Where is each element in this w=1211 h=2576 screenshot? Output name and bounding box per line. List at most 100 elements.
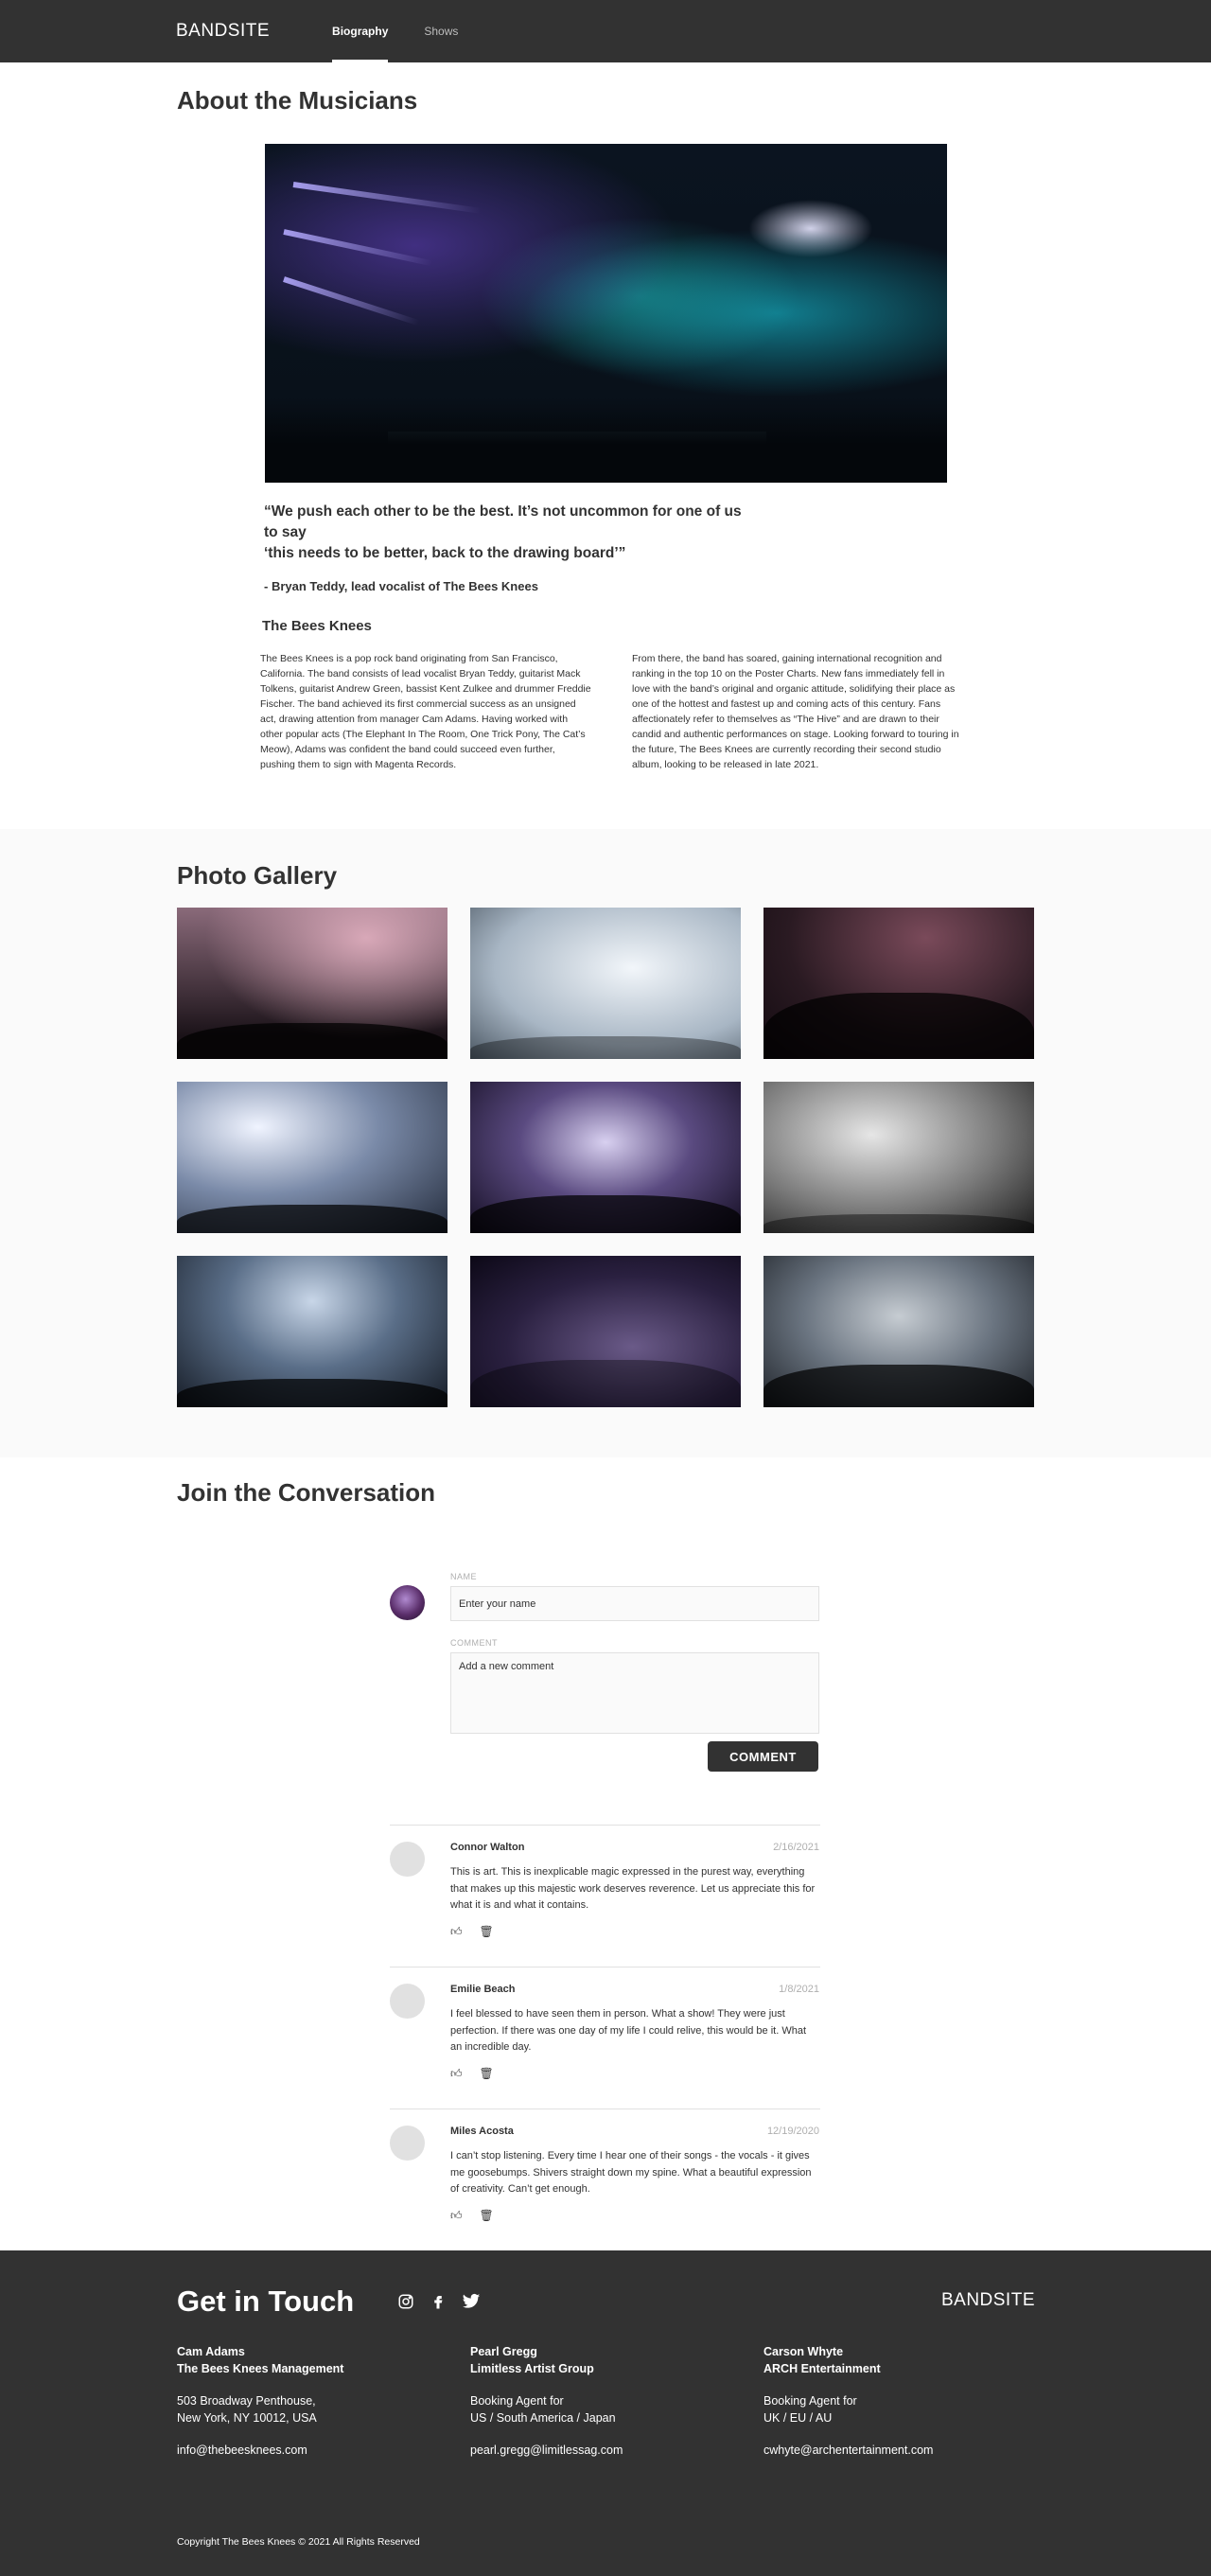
social-links: [397, 2293, 481, 2310]
gallery-photo: [177, 1256, 448, 1407]
footer-top: Get in Touch: [177, 2285, 1211, 2319]
form-fields: NAME Enter your name COMMENT Add a new c…: [450, 1572, 819, 1772]
contact-card: Cam Adams The Bees Knees Management 503 …: [177, 2343, 470, 2459]
light-beam: [283, 276, 420, 326]
contact-line: Booking Agent for: [470, 2394, 564, 2408]
commenter-name: Emilie Beach: [450, 1984, 516, 1995]
comment-header: Miles Acosta 12/19/2020: [450, 2126, 819, 2137]
name-input[interactable]: Enter your name: [450, 1586, 819, 1621]
gallery-grid: [177, 908, 1211, 1407]
comment-body: Miles Acosta 12/19/2020 I can’t stop lis…: [450, 2126, 819, 2236]
quote-line: “We push each other to be the best. It’s…: [264, 503, 742, 540]
gallery-photo: [470, 1256, 741, 1407]
delete-icon[interactable]: 🗑︎: [480, 1925, 494, 1939]
contact-line: New York, NY 10012, USA: [177, 2411, 317, 2425]
crowd-silhouette: [177, 1205, 448, 1233]
instagram-icon[interactable]: [397, 2293, 414, 2310]
commenter-avatar: [390, 1984, 425, 2019]
commenter-name: Miles Acosta: [450, 2126, 514, 2137]
crowd-silhouette: [177, 1023, 448, 1059]
comment-date: 1/8/2021: [779, 1984, 819, 1995]
contact-email[interactable]: info@thebeesknees.com: [177, 2442, 470, 2459]
delete-icon[interactable]: 🗑︎: [480, 2209, 494, 2223]
bio-title: About the Musicians: [177, 86, 418, 115]
facebook-icon[interactable]: [430, 2293, 447, 2310]
contact-card: Pearl Gregg Limitless Artist Group Booki…: [470, 2343, 763, 2459]
quote-author: - Bryan Teddy, lead vocalist of The Bees…: [264, 579, 538, 593]
contact-line: US / South America / Japan: [470, 2411, 616, 2425]
comment-header: Connor Walton 2/16/2021: [450, 1842, 819, 1853]
gallery-photo: [763, 1082, 1034, 1233]
comment-header: Emilie Beach 1/8/2021: [450, 1984, 819, 1995]
comment-actions: 👍︎ 🗑︎: [450, 2209, 819, 2223]
gallery-photo: [177, 1082, 448, 1233]
crowd-silhouette: [470, 1195, 741, 1233]
contact-name: Carson Whyte: [763, 2345, 844, 2358]
gallery-photo: [470, 908, 741, 1059]
comment-actions: 👍︎ 🗑︎: [450, 2067, 819, 2081]
gallery-photo: [177, 908, 448, 1059]
contact-org: Limitless Artist Group: [470, 2362, 594, 2375]
nav-biography[interactable]: Biography: [332, 0, 389, 62]
site-footer: Get in Touch BANDSITE Cam Adams The Bees…: [0, 2250, 1211, 2576]
bio-section: About the Musicians “We push each other …: [0, 62, 1211, 829]
gallery-photo: [763, 1256, 1034, 1407]
site-header: BANDSITE Biography Shows: [0, 0, 1211, 62]
gallery-section: Photo Gallery: [0, 829, 1211, 1457]
nav-shows[interactable]: Shows: [424, 0, 458, 62]
conversation-title: Join the Conversation: [177, 1478, 436, 1507]
comment-form: NAME Enter your name COMMENT Add a new c…: [390, 1572, 1211, 1772]
conversation-section: Join the Conversation NAME Enter your na…: [0, 1457, 1211, 2251]
comment-label: COMMENT: [450, 1638, 498, 1648]
quote-line: ‘this needs to be better, back to the dr…: [264, 545, 626, 561]
copyright: Copyright The Bees Knees © 2021 All Righ…: [177, 2536, 420, 2548]
like-icon[interactable]: 👍︎: [450, 2209, 463, 2223]
bio-paragraph-2: From there, the band has soared, gaining…: [632, 653, 959, 770]
site-logo[interactable]: BANDSITE: [176, 0, 270, 62]
like-icon[interactable]: 👍︎: [450, 2067, 463, 2081]
comment-text: I can’t stop listening. Every time I hea…: [450, 2150, 812, 2195]
crowd-silhouette: [470, 1360, 741, 1407]
name-label: NAME: [450, 1572, 478, 1581]
contact-name: Cam Adams: [177, 2345, 245, 2358]
crowd-silhouette: [265, 397, 947, 483]
comment-button[interactable]: COMMENT: [708, 1741, 818, 1772]
commenter-name: Connor Walton: [450, 1842, 525, 1853]
bio-paragraph-1: The Bees Knees is a pop rock band origin…: [260, 653, 591, 770]
gallery-photo: [470, 1082, 741, 1233]
contact-email[interactable]: cwhyte@archentertainment.com: [763, 2442, 1057, 2459]
band-quote: “We push each other to be the best. It’s…: [264, 502, 756, 564]
contact-line: 503 Broadway Penthouse,: [177, 2394, 316, 2408]
gallery-photo: [763, 908, 1034, 1059]
commenter-avatar: [390, 2126, 425, 2161]
contact-name: Pearl Gregg: [470, 2345, 537, 2358]
contact-line: UK / EU / AU: [763, 2411, 833, 2425]
comment-date: 12/19/2020: [766, 2126, 819, 2137]
contact-org: ARCH Entertainment: [763, 2362, 881, 2375]
comment-text: I feel blessed to have seen them in pers…: [450, 2008, 807, 2053]
comment-date: 2/16/2021: [773, 1842, 819, 1853]
crowd-silhouette: [763, 1365, 1034, 1407]
hero-image: [265, 144, 947, 483]
comment-list: Connor Walton 2/16/2021 This is art. Thi…: [390, 1825, 820, 2251]
delete-icon[interactable]: 🗑︎: [480, 2067, 494, 2081]
crowd-silhouette: [763, 993, 1034, 1059]
twitter-icon[interactable]: [462, 2293, 481, 2310]
crowd-silhouette: [470, 1036, 741, 1059]
contact-email[interactable]: pearl.gregg@limitlessag.com: [470, 2442, 763, 2459]
contact-card: Carson Whyte ARCH Entertainment Booking …: [763, 2343, 1057, 2459]
commenter-avatar: [390, 1842, 425, 1877]
comment-actions: 👍︎ 🗑︎: [450, 1925, 819, 1939]
footer-logo[interactable]: BANDSITE: [941, 2290, 1035, 2311]
like-icon[interactable]: 👍︎: [450, 1925, 463, 1939]
comment-text: This is art. This is inexplicable magic …: [450, 1866, 816, 1911]
comment-item: Emilie Beach 1/8/2021 I feel blessed to …: [390, 1967, 820, 2109]
comment-item: Connor Walton 2/16/2021 This is art. Thi…: [390, 1826, 820, 1967]
comment-body: Emilie Beach 1/8/2021 I feel blessed to …: [450, 1984, 819, 2094]
comment-textarea[interactable]: Add a new comment: [450, 1652, 819, 1734]
contacts: Cam Adams The Bees Knees Management 503 …: [177, 2343, 1211, 2459]
crowd-silhouette: [177, 1379, 448, 1407]
contact-org: The Bees Knees Management: [177, 2362, 344, 2375]
user-avatar: [390, 1585, 425, 1620]
band-name: The Bees Knees: [262, 618, 372, 634]
